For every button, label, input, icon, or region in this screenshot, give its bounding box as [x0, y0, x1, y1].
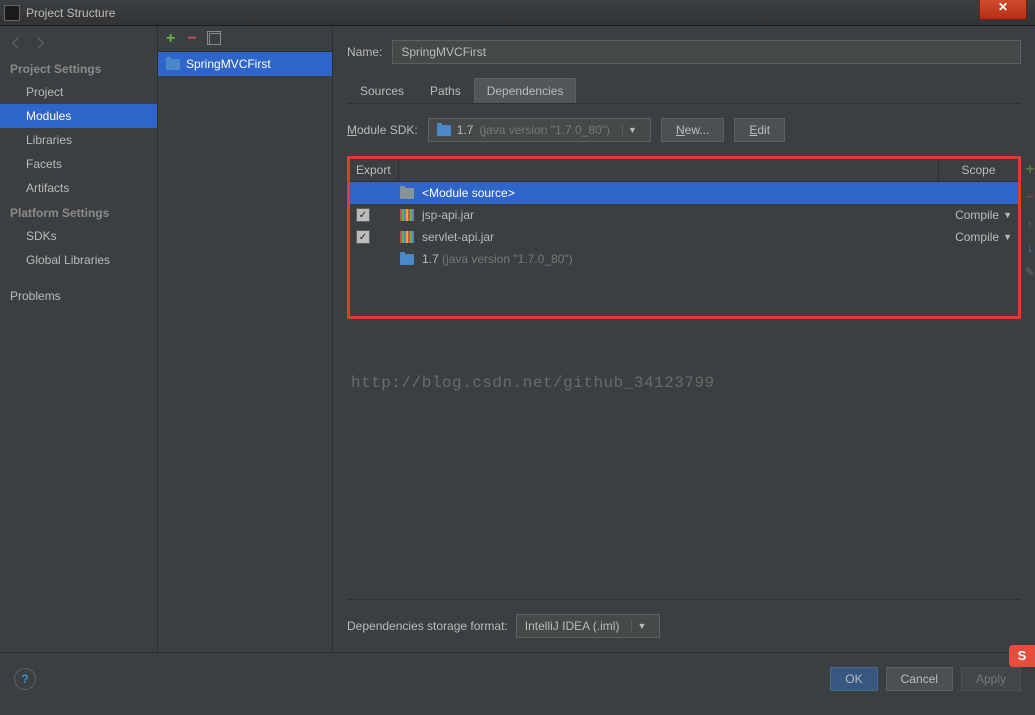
dep-label: <Module source>	[422, 186, 934, 200]
module-item-springmvcfirst[interactable]: SpringMVCFirst	[158, 52, 332, 76]
remove-module-icon[interactable]: −	[187, 30, 196, 48]
module-name-input[interactable]	[392, 40, 1021, 64]
scope-dropdown[interactable]: Compile▼	[942, 208, 1012, 222]
module-content: Name: Sources Paths Dependencies Module …	[333, 26, 1035, 652]
nav-sdks[interactable]: SDKs	[0, 224, 157, 248]
section-project-settings: Project Settings	[0, 56, 157, 80]
dep-module-source[interactable]: <Module source>	[350, 182, 1018, 204]
nav-back-icon[interactable]	[10, 36, 22, 48]
nav-problems[interactable]: Problems	[0, 284, 157, 308]
dep-jsp-api[interactable]: ✓ jsp-api.jar Compile▼	[350, 204, 1018, 226]
copy-module-icon[interactable]	[209, 33, 221, 45]
remove-dep-icon[interactable]: −	[1025, 189, 1034, 207]
input-method-badge: S	[1009, 645, 1035, 667]
dep-jdk[interactable]: 1.7 (java version "1.7.0_80")	[350, 248, 1018, 270]
add-dep-icon[interactable]: +	[1025, 161, 1034, 179]
help-button[interactable]: ?	[14, 668, 36, 690]
col-export[interactable]: Export	[350, 159, 398, 181]
tab-paths[interactable]: Paths	[417, 78, 474, 103]
dep-label: servlet-api.jar	[422, 230, 934, 244]
window-titlebar: Project Structure	[0, 0, 1035, 26]
module-tabs: Sources Paths Dependencies	[347, 78, 1021, 104]
dep-label: 1.7 (java version "1.7.0_80")	[422, 252, 934, 266]
storage-dropdown[interactable]: IntelliJ IDEA (.iml) ▼	[516, 614, 661, 638]
edit-dep-icon[interactable]: ✎	[1025, 265, 1035, 279]
module-list-panel: + − SpringMVCFirst	[158, 26, 333, 652]
nav-facets[interactable]: Facets	[0, 152, 157, 176]
sdk-detail: (java version "1.7.0_80")	[479, 123, 610, 137]
tab-dependencies[interactable]: Dependencies	[474, 78, 577, 103]
export-checkbox[interactable]: ✓	[356, 230, 370, 244]
app-icon	[4, 5, 20, 21]
sdk-value: 1.7	[457, 123, 474, 137]
cancel-button[interactable]: Cancel	[886, 667, 953, 691]
watermark-text: http://blog.csdn.net/github_34123799	[347, 319, 1021, 392]
export-checkbox[interactable]: ✓	[356, 208, 370, 222]
col-scope[interactable]: Scope	[938, 159, 1018, 181]
name-label: Name:	[347, 45, 382, 59]
window-close-button[interactable]: ✕	[979, 0, 1027, 20]
nav-project[interactable]: Project	[0, 80, 157, 104]
sdk-label: Module SDK:	[347, 123, 418, 137]
chevron-down-icon: ▼	[631, 621, 651, 631]
library-icon	[400, 209, 414, 221]
dep-label: jsp-api.jar	[422, 208, 934, 222]
sdk-new-button[interactable]: New...	[661, 118, 724, 142]
move-up-icon[interactable]: ↑	[1027, 217, 1033, 231]
add-module-icon[interactable]: +	[166, 30, 175, 48]
nav-libraries[interactable]: Libraries	[0, 128, 157, 152]
folder-icon	[400, 188, 414, 199]
settings-sidebar: Project Settings Project Modules Librari…	[0, 26, 158, 652]
sdk-edit-button[interactable]: Edit	[734, 118, 785, 142]
nav-artifacts[interactable]: Artifacts	[0, 176, 157, 200]
section-platform-settings: Platform Settings	[0, 200, 157, 224]
storage-value: IntelliJ IDEA (.iml)	[525, 619, 620, 633]
nav-modules[interactable]: Modules	[0, 104, 157, 128]
scope-dropdown[interactable]: Compile▼	[942, 230, 1012, 244]
module-folder-icon	[166, 59, 180, 70]
sdk-icon	[437, 125, 451, 136]
dialog-footer: ? OK Cancel Apply	[0, 652, 1035, 704]
library-icon	[400, 231, 414, 243]
sdk-dropdown[interactable]: 1.7 (java version "1.7.0_80") ▼	[428, 118, 651, 142]
window-title: Project Structure	[26, 6, 115, 20]
ok-button[interactable]: OK	[830, 667, 877, 691]
tab-sources[interactable]: Sources	[347, 78, 417, 103]
storage-label: Dependencies storage format:	[347, 619, 508, 633]
dep-servlet-api[interactable]: ✓ servlet-api.jar Compile▼	[350, 226, 1018, 248]
dependencies-table: Export Scope <Module source> ✓ jsp-api.j…	[347, 156, 1021, 319]
move-down-icon[interactable]: ↓	[1027, 241, 1033, 255]
chevron-down-icon: ▼	[622, 125, 642, 135]
module-name: SpringMVCFirst	[186, 57, 271, 71]
sdk-folder-icon	[400, 254, 414, 265]
nav-global-libraries[interactable]: Global Libraries	[0, 248, 157, 272]
apply-button[interactable]: Apply	[961, 667, 1021, 691]
nav-forward-icon[interactable]	[32, 36, 44, 48]
